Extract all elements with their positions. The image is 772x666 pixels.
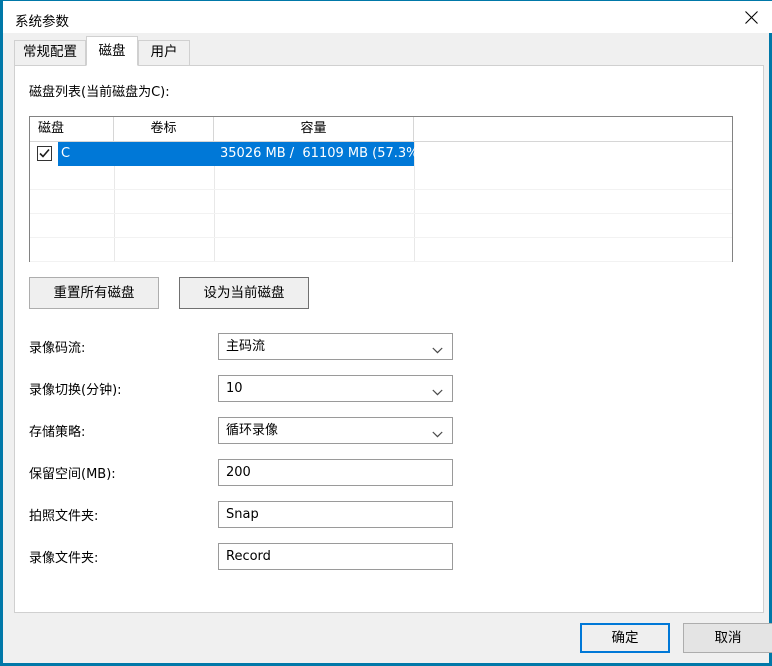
ok-button[interactable]: 确定 [580, 623, 670, 653]
reserved-space-value: 200 [226, 460, 251, 485]
table-row[interactable] [30, 238, 732, 262]
table-row[interactable] [30, 190, 732, 214]
chevron-down-icon [432, 343, 443, 358]
label-record-switch-minutes: 录像切换(分钟): [29, 382, 122, 400]
tab-user[interactable]: 用户 [138, 40, 190, 65]
tab-strip: 常规配置 磁盘 用户 [14, 36, 764, 65]
label-snapshot-folder: 拍照文件夹: [29, 508, 98, 526]
tab-general[interactable]: 常规配置 [14, 40, 86, 65]
record-switch-minutes-select[interactable]: 10 [218, 375, 453, 402]
reset-all-disks-button[interactable]: 重置所有磁盘 [29, 277, 159, 309]
cancel-button[interactable]: 取消 [683, 623, 772, 653]
column-header-capacity[interactable]: 容量 [214, 117, 414, 141]
tab-disk[interactable]: 磁盘 [86, 36, 138, 66]
dialog-footer: 确定 取消 [3, 613, 769, 663]
chevron-down-icon [432, 385, 443, 400]
disk-list-caption: 磁盘列表(当前磁盘为C): [29, 81, 170, 100]
snapshot-folder-input[interactable]: Snap [218, 501, 453, 528]
column-header-disk[interactable]: 磁盘 [30, 117, 114, 141]
label-storage-policy: 存储策略: [29, 424, 85, 442]
disk-table[interactable]: 磁盘 卷标 容量 C 35026 MB / 61109 MB [29, 116, 733, 262]
cell-capacity: 35026 MB / 61109 MB (57.3%) [220, 142, 414, 166]
check-icon [39, 148, 50, 159]
chevron-down-icon [432, 427, 443, 442]
record-switch-minutes-value: 10 [226, 376, 243, 401]
label-reserved-space: 保留空间(MB): [29, 466, 116, 484]
table-row[interactable]: C 35026 MB / 61109 MB (57.3%) [30, 142, 732, 166]
close-glyph [745, 11, 758, 24]
disk-checkbox[interactable] [37, 146, 52, 161]
table-header-row: 磁盘 卷标 容量 [30, 117, 732, 142]
record-folder-value: Record [226, 544, 271, 569]
close-icon[interactable] [729, 1, 772, 32]
table-row[interactable] [30, 166, 732, 190]
disk-tab-panel: 磁盘列表(当前磁盘为C): 磁盘 卷标 容量 [14, 65, 764, 613]
label-record-folder: 录像文件夹: [29, 550, 98, 568]
label-record-stream: 录像码流: [29, 340, 85, 358]
table-row[interactable] [30, 214, 732, 238]
record-stream-value: 主码流 [226, 334, 265, 359]
cell-disk-letter: C [61, 142, 70, 166]
column-header-volume[interactable]: 卷标 [114, 117, 214, 141]
record-folder-input[interactable]: Record [218, 543, 453, 570]
column-header-blank[interactable] [414, 117, 733, 141]
storage-policy-value: 循环录像 [226, 418, 278, 443]
reserved-space-input[interactable]: 200 [218, 459, 453, 486]
system-parameters-dialog: 系统参数 常规配置 磁盘 用户 磁盘列表(当前磁盘为C): 磁盘 卷标 容量 [0, 0, 772, 666]
set-current-disk-button[interactable]: 设为当前磁盘 [179, 277, 309, 309]
snapshot-folder-value: Snap [226, 502, 259, 527]
storage-policy-select[interactable]: 循环录像 [218, 417, 453, 444]
window-title: 系统参数 [15, 10, 69, 30]
record-stream-select[interactable]: 主码流 [218, 333, 453, 360]
title-bar: 系统参数 [3, 0, 772, 33]
